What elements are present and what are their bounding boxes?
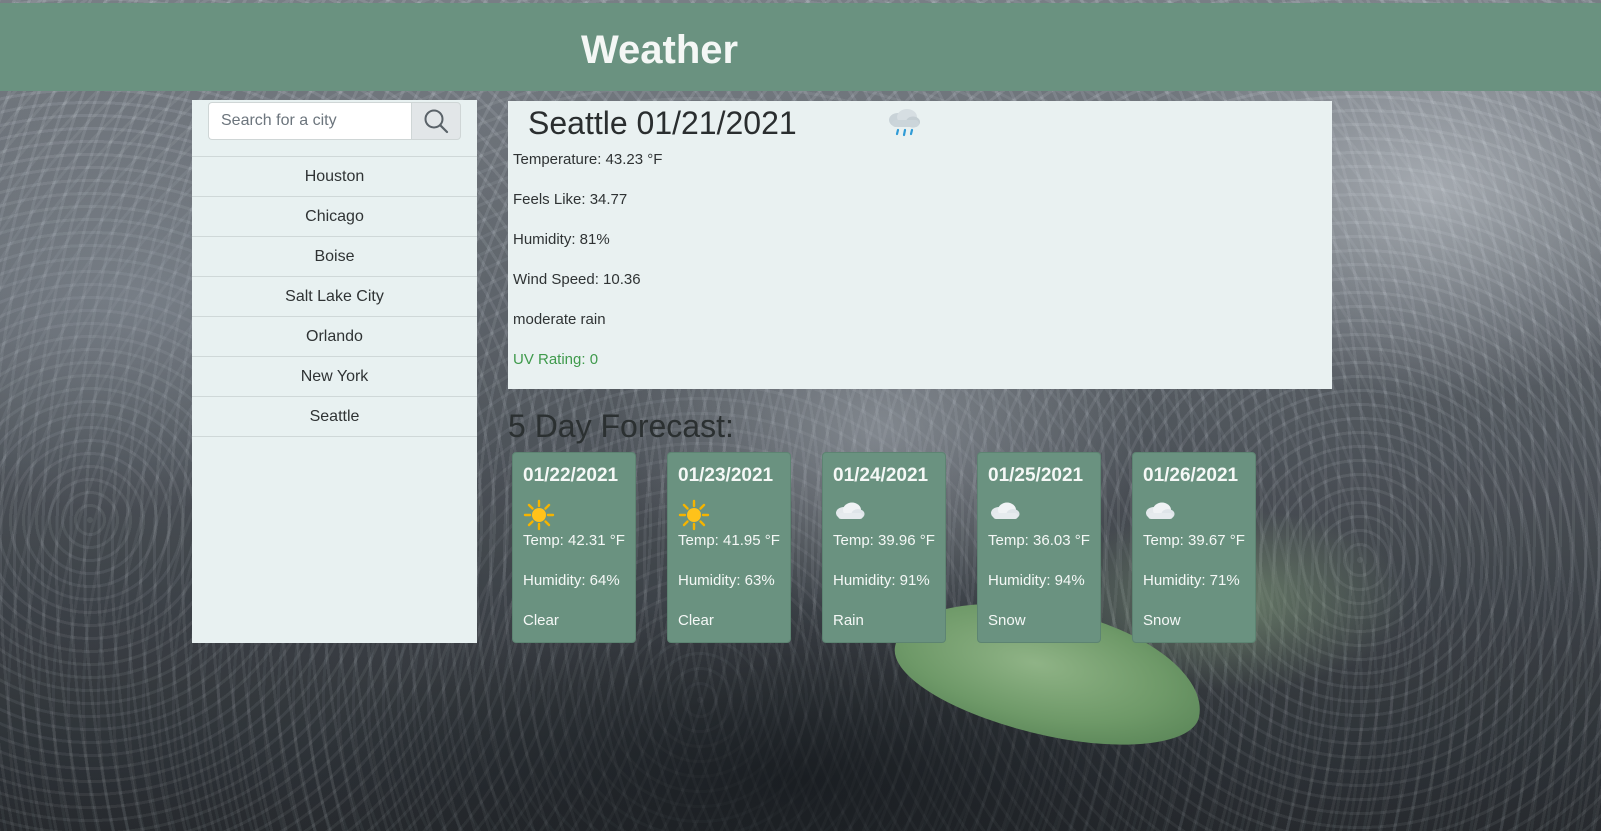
cloud-icon <box>833 499 867 530</box>
forecast-description: Snow <box>988 612 1026 629</box>
city-item-houston[interactable]: Houston <box>192 156 477 196</box>
current-weather-panel: Seattle 01/21/2021 Temperature: 43.23 °F… <box>508 101 1332 389</box>
search-icon <box>424 109 449 134</box>
search-bar <box>208 102 461 140</box>
cloud-icon <box>988 499 1022 530</box>
forecast-temp: Temp: 36.03 °F <box>988 532 1090 549</box>
cloud-icon <box>1143 499 1177 530</box>
current-uv-rating: UV Rating: 0 <box>513 351 599 368</box>
city-item-boise[interactable]: Boise <box>192 236 477 276</box>
forecast-temp: Temp: 39.67 °F <box>1143 532 1245 549</box>
search-sidebar: Houston Chicago Boise Salt Lake City Orl… <box>192 100 477 643</box>
forecast-humidity: Humidity: 71% <box>1143 572 1240 589</box>
city-search-input[interactable] <box>208 102 419 140</box>
current-description: moderate rain <box>513 311 606 328</box>
forecast-date: 01/25/2021 <box>988 465 1084 486</box>
forecast-temp: Temp: 39.96 °F <box>833 532 935 549</box>
forecast-card: 01/26/2021 Temp: 39.67 °F Humidity: 71% … <box>1132 452 1256 643</box>
current-feels-like: Feels Like: 34.77 <box>513 191 628 208</box>
forecast-temp: Temp: 42.31 °F <box>523 532 625 549</box>
forecast-date: 01/26/2021 <box>1143 465 1239 486</box>
forecast-description: Clear <box>678 612 714 629</box>
forecast-humidity: Humidity: 64% <box>523 572 620 589</box>
forecast-date: 01/24/2021 <box>833 465 929 486</box>
forecast-card: 01/25/2021 Temp: 36.03 °F Humidity: 94% … <box>977 452 1101 643</box>
forecast-card: 01/22/2021 Temp: 42.31 °F Humidity: 64% … <box>512 452 636 643</box>
forecast-card: 01/23/2021 Temp: 41.95 °F Humidity: 63% … <box>667 452 791 643</box>
city-item-seattle[interactable]: Seattle <box>192 396 477 437</box>
city-item-chicago[interactable]: Chicago <box>192 196 477 236</box>
rain-cloud-icon <box>884 107 924 144</box>
forecast-humidity: Humidity: 63% <box>678 572 775 589</box>
current-humidity: Humidity: 81% <box>513 231 610 248</box>
forecast-description: Clear <box>523 612 559 629</box>
city-item-salt-lake-city[interactable]: Salt Lake City <box>192 276 477 316</box>
search-button[interactable] <box>411 102 461 140</box>
search-history-list: Houston Chicago Boise Salt Lake City Orl… <box>192 156 477 437</box>
forecast-description: Rain <box>833 612 864 629</box>
current-wind-speed: Wind Speed: 10.36 <box>513 271 641 288</box>
page-header: Weather Dashboard <box>0 3 1601 166</box>
forecast-description: Snow <box>1143 612 1181 629</box>
city-item-orlando[interactable]: Orlando <box>192 316 477 356</box>
current-city-title: Seattle 01/21/2021 <box>528 105 797 141</box>
forecast-card: 01/24/2021 Temp: 39.96 °F Humidity: 91% … <box>822 452 946 643</box>
forecast-temp: Temp: 41.95 °F <box>678 532 780 549</box>
forecast-humidity: Humidity: 94% <box>988 572 1085 589</box>
forecast-date: 01/23/2021 <box>678 465 774 486</box>
forecast-title: 5 Day Forecast: <box>508 408 734 444</box>
current-temperature: Temperature: 43.23 °F <box>513 151 663 168</box>
forecast-humidity: Humidity: 91% <box>833 572 930 589</box>
forecast-date: 01/22/2021 <box>523 465 619 486</box>
city-item-new-york[interactable]: New York <box>192 356 477 396</box>
